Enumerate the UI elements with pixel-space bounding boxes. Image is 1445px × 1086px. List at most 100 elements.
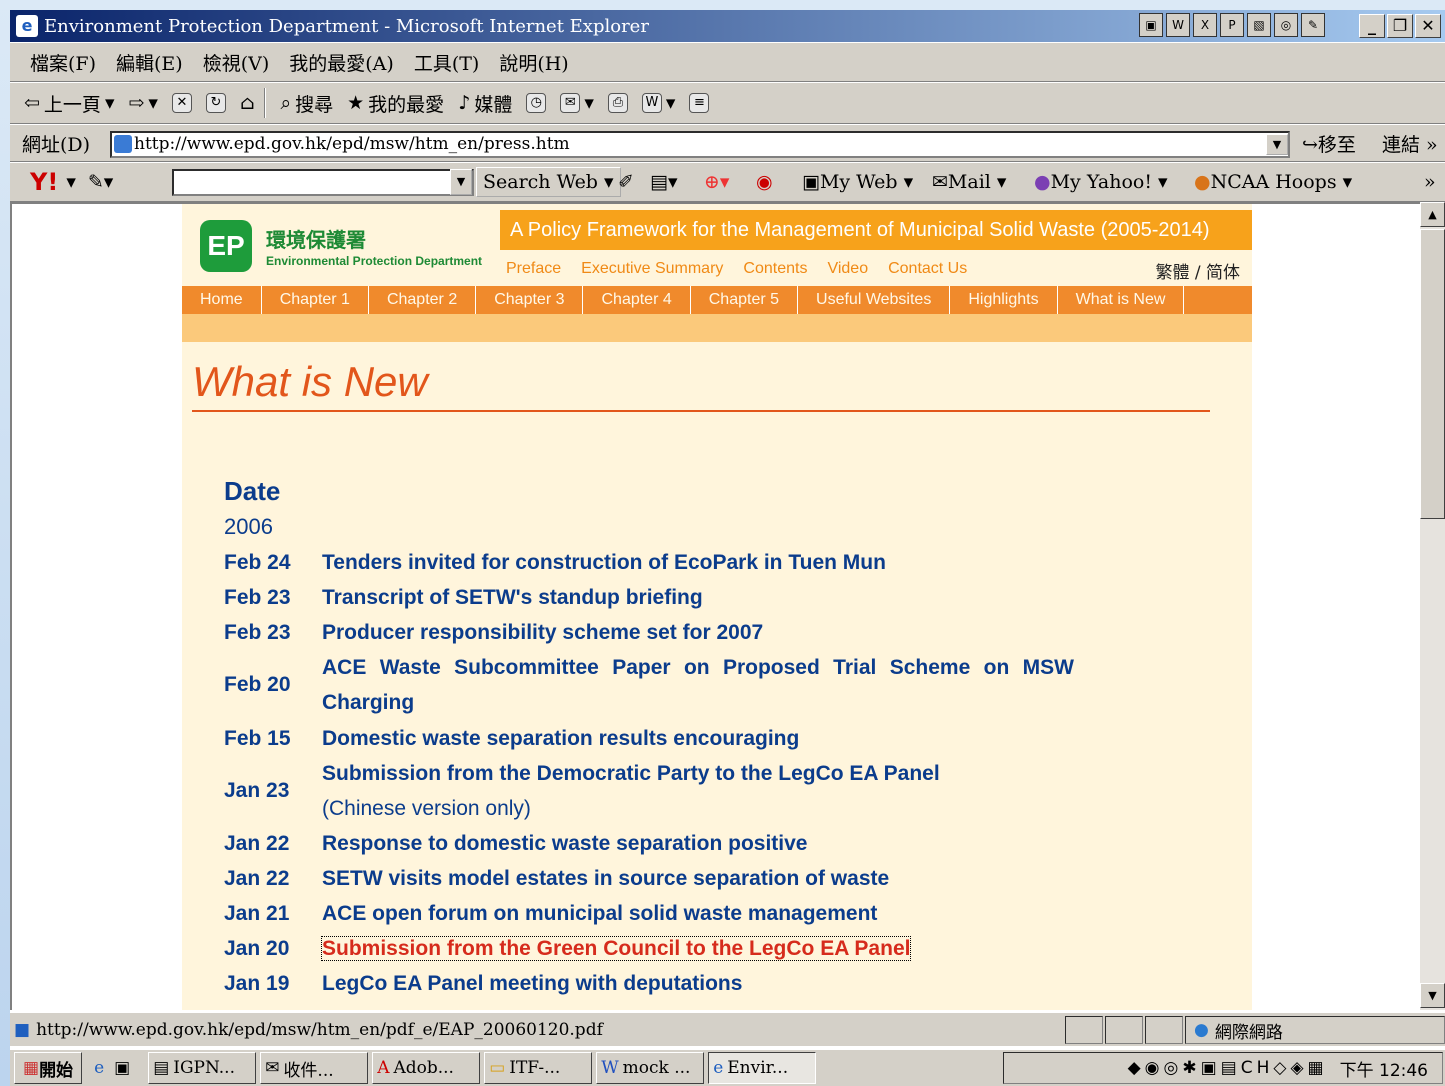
app-icon[interactable]: ▣	[1139, 13, 1163, 37]
menu-edit[interactable]: 編輯(E)	[116, 49, 183, 76]
news-link[interactable]: ACE open forum on municipal solid waste …	[322, 896, 1074, 931]
link-contact-us[interactable]: Contact Us	[888, 260, 967, 278]
mail-link-button[interactable]: ✉Mail ▾	[932, 171, 1006, 193]
highlight-icon[interactable]: ✐	[618, 171, 634, 193]
org-name-zh: 環境保護署	[266, 228, 366, 252]
ie-quicklaunch-icon[interactable]: e	[94, 1058, 104, 1078]
desktop-quicklaunch-icon[interactable]: ▣	[114, 1058, 130, 1078]
go-button[interactable]: ↪移至	[1302, 130, 1356, 157]
task-button[interactable]: A Adob...	[372, 1052, 481, 1084]
nav-useful-websites[interactable]: Useful Websites	[798, 286, 951, 314]
news-link[interactable]: Submission from the Democratic Party to …	[322, 756, 1074, 826]
nav-chapter-3[interactable]: Chapter 3	[476, 286, 584, 314]
system-tray: ◆◉◎✱▣▤CH◇◈▦ 下午 12:46	[1003, 1052, 1443, 1084]
menu-help[interactable]: 說明(H)	[499, 49, 568, 76]
search-web-button[interactable]: Search Web ▾	[476, 167, 621, 197]
news-link[interactable]: ACE Waste Subcommittee Paper on Proposed…	[322, 650, 1074, 720]
home-button[interactable]: ⌂	[240, 92, 255, 114]
link-executive-summary[interactable]: Executive Summary	[581, 260, 723, 278]
task-button[interactable]: ▤ IGPN...	[148, 1052, 257, 1084]
myweb-label: My Web	[819, 171, 898, 193]
task-button[interactable]: Wmock ...	[596, 1052, 705, 1084]
link-video[interactable]: Video	[827, 260, 868, 278]
app-icon[interactable]: ✎	[1301, 13, 1325, 37]
search-button[interactable]: ⌕ 搜尋	[280, 90, 333, 117]
toolbar-icon[interactable]: ▤▾	[650, 171, 678, 193]
stop-button[interactable]: ✕	[171, 93, 192, 113]
scroll-thumb[interactable]	[1420, 229, 1445, 519]
nav-home[interactable]: Home	[182, 286, 262, 314]
ncaa-button[interactable]: ●NCAA Hoops ▾	[1194, 171, 1352, 193]
start-button[interactable]: ▦ 開始	[14, 1052, 83, 1084]
nav-chapter-5[interactable]: Chapter 5	[691, 286, 799, 314]
news-link[interactable]: SETW visits model estates in source sepa…	[322, 861, 1074, 896]
news-link-text: Tenders invited for construction of EcoP…	[322, 551, 886, 574]
envelope-icon: ✉	[932, 171, 948, 193]
media-button[interactable]: ♪ 媒體	[458, 90, 512, 117]
vertical-scrollbar[interactable]: ▲ ▼	[1420, 202, 1445, 1010]
epd-logo[interactable]: EP	[200, 220, 252, 272]
task-button[interactable]: ▭ ITF-...	[484, 1052, 593, 1084]
globe-icon: ●	[1194, 1020, 1209, 1040]
news-link[interactable]: LegCo EA Panel meeting with deputations	[322, 966, 1074, 1001]
link-preface[interactable]: Preface	[506, 260, 561, 278]
yahoo-search-dropdown[interactable]: ▼	[450, 169, 472, 195]
minimize-button[interactable]: _	[1359, 14, 1385, 38]
news-link[interactable]: Producer responsibility scheme set for 2…	[322, 615, 1074, 650]
news-link[interactable]: Response to domestic waste separation po…	[322, 826, 1074, 861]
menu-view[interactable]: 檢視(V)	[203, 49, 270, 76]
discuss-icon: ≡	[689, 93, 710, 113]
task-button[interactable]: ✉ 收件...	[260, 1052, 369, 1084]
access-icon[interactable]: ▧	[1247, 13, 1271, 37]
menu-favorites[interactable]: 我的最愛(A)	[289, 49, 394, 76]
news-date: Feb 15	[224, 726, 291, 750]
nav-chapter-2[interactable]: Chapter 2	[369, 286, 477, 314]
news-link[interactable]: Tenders invited for construction of EcoP…	[322, 545, 1074, 580]
print-icon: ⎙	[607, 93, 628, 113]
back-button[interactable]: ⇦ 上一頁 ▾	[24, 90, 114, 117]
close-button[interactable]: ✕	[1415, 14, 1441, 38]
news-link[interactable]: Transcript of SETW's standup briefing	[322, 580, 1074, 615]
restore-button[interactable]: ❐	[1387, 14, 1413, 38]
refresh-button[interactable]: ↻	[205, 93, 226, 113]
nav-chapter-1[interactable]: Chapter 1	[262, 286, 369, 314]
task-button-active[interactable]: e Envir...	[708, 1052, 817, 1084]
menu-file[interactable]: 檔案(F)	[30, 49, 96, 76]
links-button[interactable]: 連結 »	[1382, 130, 1438, 157]
edit-button[interactable]: W ▾	[641, 92, 675, 114]
address-input[interactable]: http://www.epd.gov.hk/epd/msw/htm_en/pre…	[110, 131, 1290, 158]
language-switch[interactable]: 繁體 / 简体	[1155, 258, 1240, 283]
scroll-down-button[interactable]: ▼	[1420, 983, 1445, 1008]
target-icon[interactable]: ⊕▾	[704, 171, 729, 193]
app-icon[interactable]: ◎	[1274, 13, 1298, 37]
yahoo-search-input[interactable]	[172, 169, 474, 196]
discuss-button[interactable]: ≡	[689, 93, 710, 113]
clock[interactable]: 下午 12:46	[1340, 1056, 1428, 1081]
myweb-button[interactable]: ▣My Web ▾	[802, 171, 913, 193]
address-dropdown-button[interactable]: ▼	[1266, 134, 1288, 155]
nav-highlights[interactable]: Highlights	[950, 286, 1058, 314]
nav-chapter-4[interactable]: Chapter 4	[583, 286, 691, 314]
nav-what-is-new[interactable]: What is New	[1058, 286, 1185, 314]
excel-icon[interactable]: X	[1193, 13, 1217, 37]
tray-icons[interactable]: ◆◉◎✱▣▤CH◇◈▦	[1128, 1058, 1328, 1078]
history-button[interactable]: ◷	[526, 93, 547, 113]
radio-icon[interactable]: ◉	[756, 171, 773, 193]
yahoo-logo-icon[interactable]: Y!	[30, 168, 58, 196]
mail-button[interactable]: ✉ ▾	[560, 92, 594, 114]
scroll-up-button[interactable]: ▲	[1420, 202, 1445, 227]
toolbar-overflow-button[interactable]: »	[1424, 171, 1436, 193]
forward-button[interactable]: ⇨ ▾	[128, 92, 157, 114]
favorites-button[interactable]: ★ 我的最愛	[347, 90, 444, 117]
news-link[interactable]: Submission from the Green Council to the…	[320, 931, 1074, 966]
yahoo-menu-dropdown[interactable]: ▾	[66, 171, 76, 193]
news-link[interactable]: Domestic waste separation results encour…	[322, 721, 1074, 756]
print-button[interactable]: ⎙	[607, 93, 628, 113]
pencil-icon[interactable]: ✎▾	[88, 171, 113, 193]
myyahoo-button[interactable]: ●My Yahoo! ▾	[1034, 171, 1168, 193]
menu-tools[interactable]: 工具(T)	[414, 49, 480, 76]
document-icon: ▤	[153, 1058, 170, 1078]
word-icon[interactable]: W	[1166, 13, 1190, 37]
ppt-icon[interactable]: P	[1220, 13, 1244, 37]
link-contents[interactable]: Contents	[743, 260, 807, 278]
